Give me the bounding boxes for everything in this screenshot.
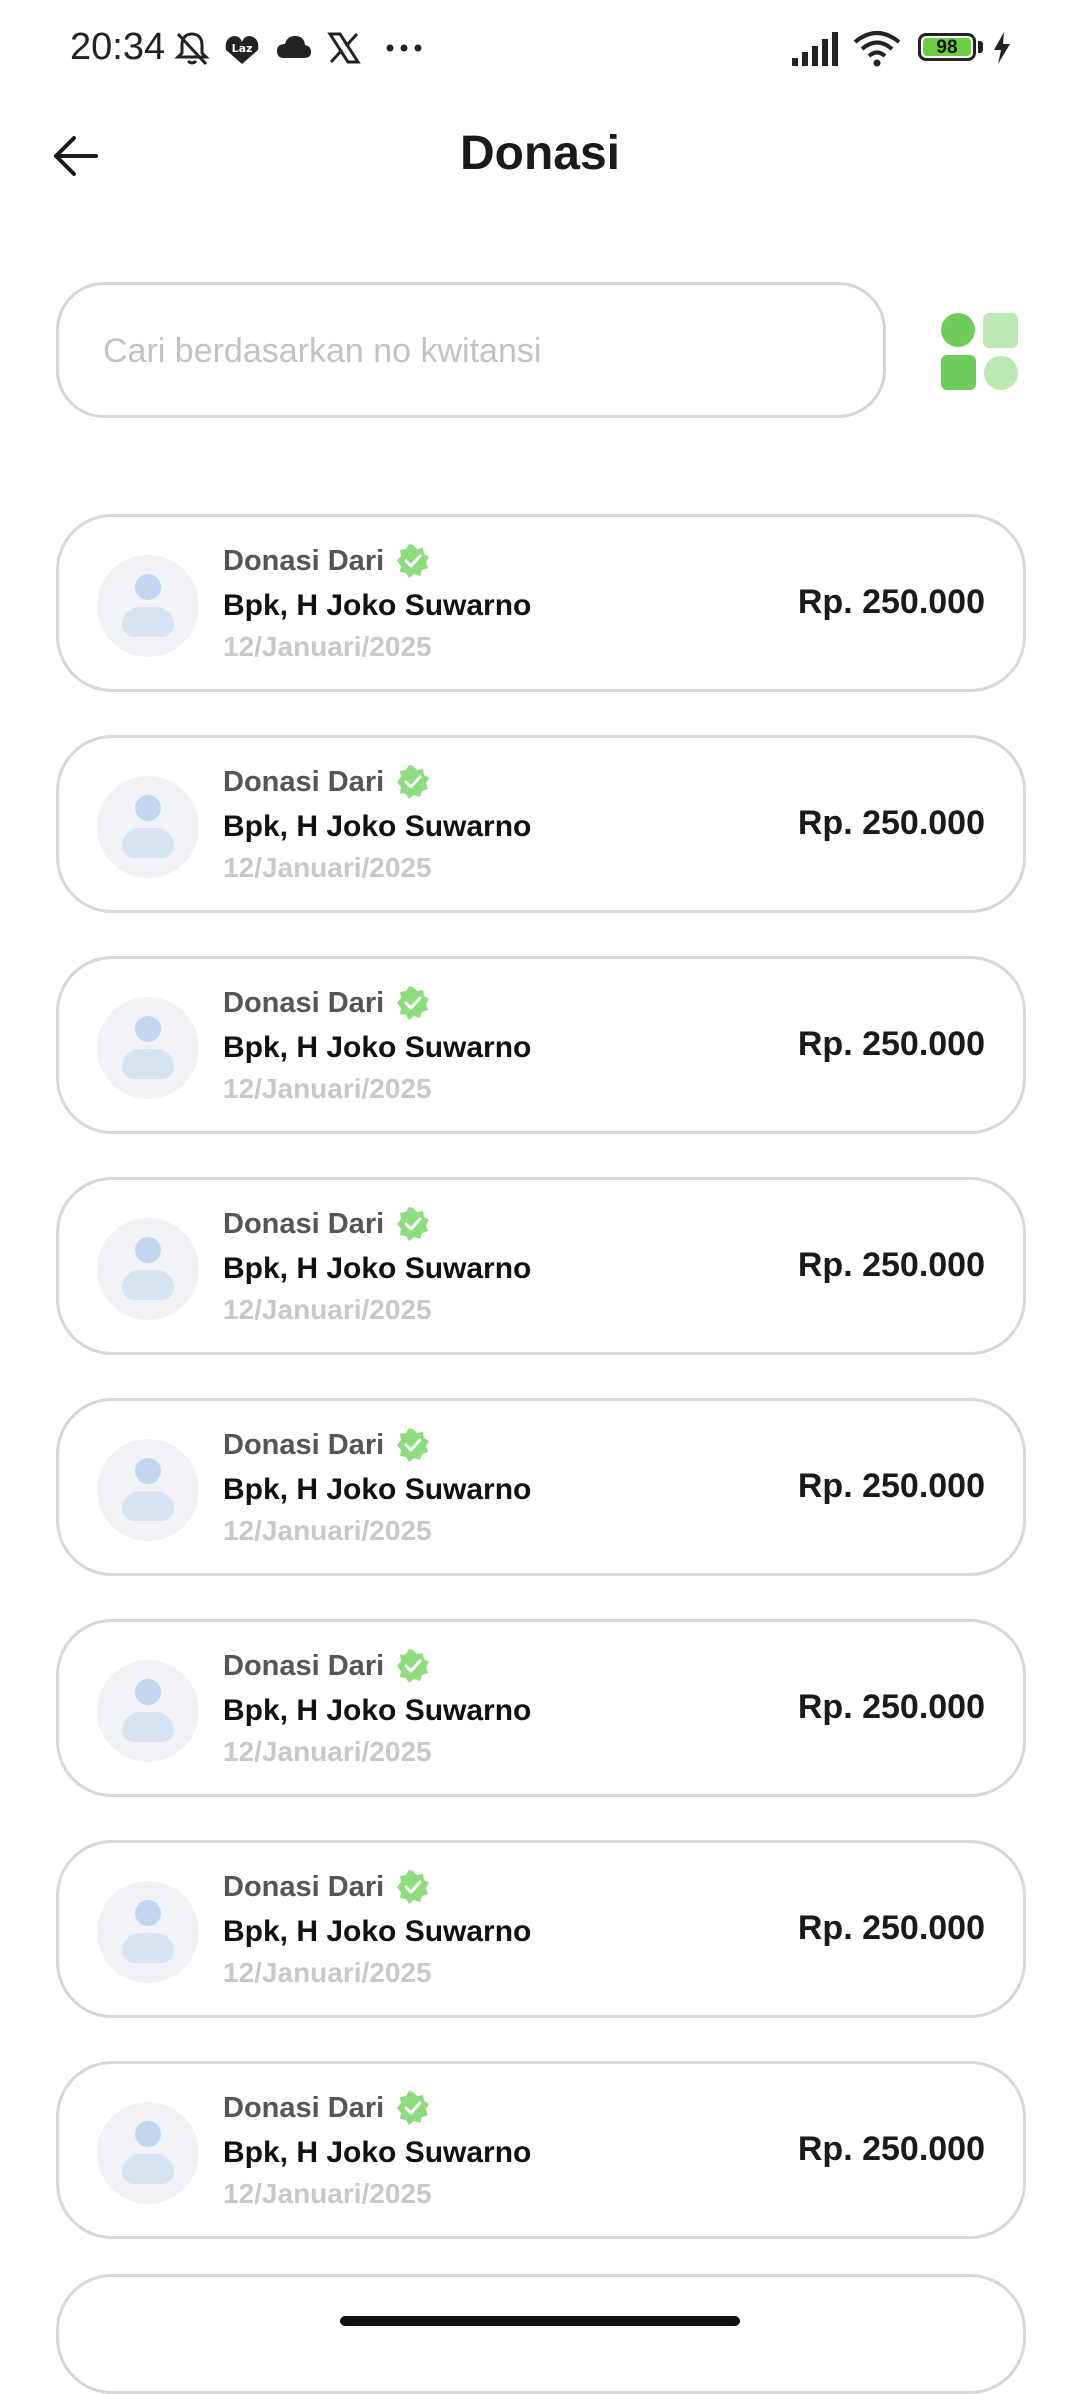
avatar [97,997,199,1099]
svg-text:Laz: Laz [232,42,253,55]
verified-badge-icon [397,986,429,1020]
donation-amount: Rp. 250.000 [797,583,985,621]
avatar [97,776,199,878]
donation-amount: Rp. 250.000 [797,1246,985,1284]
cloud-icon [277,36,311,58]
status-bar: 20:34 Laz 98 [0,0,1080,96]
donation-amount: Rp. 250.000 [797,1025,985,1063]
donation-card[interactable]: Donasi Dari Bpk, H Joko Suwarno 12/Janua… [56,1177,1026,1355]
donation-card[interactable]: Donasi Dari Bpk, H Joko Suwarno 12/Janua… [56,1840,1026,2018]
verified-badge-icon [397,1207,429,1241]
verified-badge-icon [397,544,429,578]
donation-date: 12/Januari/2025 [223,852,432,883]
grid-icon [941,313,1018,390]
avatar [97,1439,199,1541]
donation-date: 12/Januari/2025 [223,1073,432,1104]
donation-card[interactable]: Donasi Dari Bpk, H Joko Suwarno 12/Janua… [56,956,1026,1134]
app-header: Donasi [0,110,1080,200]
donation-label: Donasi Dari [223,1429,385,1461]
search-input[interactable] [101,285,853,417]
battery-level: 98 [936,37,958,58]
donation-label: Donasi Dari [223,545,385,577]
donor-name: Bpk, H Joko Suwarno [223,1473,532,1506]
donation-label: Donasi Dari [223,987,385,1019]
donation-amount: Rp. 250.000 [797,1909,985,1947]
donation-card[interactable]: Donasi Dari Bpk, H Joko Suwarno 12/Janua… [56,735,1026,913]
donor-name: Bpk, H Joko Suwarno [223,1031,532,1064]
donation-date: 12/Januari/2025 [223,2178,432,2209]
avatar [97,1218,199,1320]
avatar [97,555,199,657]
donation-date: 12/Januari/2025 [223,1294,432,1325]
filter-grid-button[interactable] [940,312,1020,392]
page-title: Donasi [459,127,621,180]
donation-card[interactable]: Donasi Dari Bpk, H Joko Suwarno 12/Janua… [56,514,1026,692]
donation-date: 12/Januari/2025 [223,1515,432,1546]
bell-off-icon [174,32,210,66]
donation-amount: Rp. 250.000 [797,1467,985,1505]
donation-label: Donasi Dari [223,1650,385,1682]
verified-badge-icon [397,2091,429,2125]
more-dots-icon [386,44,422,52]
donation-amount: Rp. 250.000 [797,2130,985,2168]
donation-amount: Rp. 250.000 [797,804,985,842]
signal-icon [792,32,838,66]
avatar [97,1660,199,1762]
donation-amount: Rp. 250.000 [797,1688,985,1726]
donor-name: Bpk, H Joko Suwarno [223,1915,532,1948]
home-indicator[interactable] [340,2316,740,2326]
wifi-icon [853,31,901,67]
donor-name: Bpk, H Joko Suwarno [223,810,532,843]
verified-badge-icon [397,1428,429,1462]
donor-name: Bpk, H Joko Suwarno [223,1694,532,1727]
donation-card[interactable]: Donasi Dari Bpk, H Joko Suwarno 12/Janua… [56,1398,1026,1576]
list-item-partial[interactable] [56,2274,1026,2394]
lazada-icon: Laz [225,36,259,64]
search-box [56,282,886,418]
status-time: 20:34 [70,26,166,68]
avatar [97,1881,199,1983]
donation-date: 12/Januari/2025 [223,1736,432,1767]
donation-card[interactable]: Donasi Dari Bpk, H Joko Suwarno 12/Janua… [56,2061,1026,2239]
donation-card[interactable]: Donasi Dari Bpk, H Joko Suwarno 12/Janua… [56,1619,1026,1797]
x-logo-icon [327,32,361,64]
donation-label: Donasi Dari [223,766,385,798]
avatar [97,2102,199,2204]
battery-icon: 98 [918,33,976,61]
donor-name: Bpk, H Joko Suwarno [223,589,532,622]
verified-badge-icon [397,765,429,799]
donor-name: Bpk, H Joko Suwarno [223,1252,532,1285]
donation-date: 12/Januari/2025 [223,1957,432,1988]
donation-label: Donasi Dari [223,1208,385,1240]
donor-name: Bpk, H Joko Suwarno [223,2136,532,2169]
verified-badge-icon [397,1649,429,1683]
donation-date: 12/Januari/2025 [223,631,432,662]
donation-label: Donasi Dari [223,2092,385,2124]
verified-badge-icon [397,1870,429,1904]
donation-label: Donasi Dari [223,1871,385,1903]
charging-icon [994,32,1010,64]
